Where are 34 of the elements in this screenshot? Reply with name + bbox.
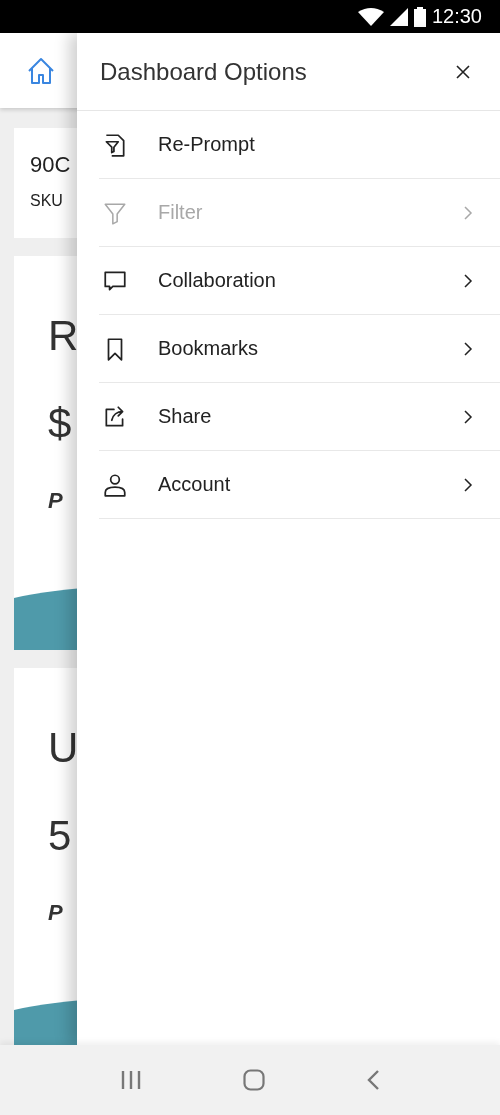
- chevron-icon: [462, 204, 474, 221]
- menu-item[interactable]: Bookmarks: [99, 315, 500, 383]
- menu-item-label: Filter: [158, 201, 204, 224]
- metric-value: 5: [48, 812, 72, 860]
- wifi-icon: [357, 7, 384, 26]
- menu-item[interactable]: Collaboration: [99, 247, 500, 315]
- chevron-icon: [462, 340, 474, 357]
- menu-item-label: Account: [158, 473, 232, 496]
- back-icon[interactable]: [365, 1069, 380, 1091]
- chevron-icon: [462, 476, 474, 493]
- menu-item-label: Collaboration: [158, 269, 277, 292]
- card-subtitle: SKU: [30, 192, 64, 210]
- metric-value: $: [48, 400, 72, 448]
- card-title: 90C: [30, 152, 72, 178]
- menu-item[interactable]: Account: [99, 451, 500, 519]
- menu-item[interactable]: Re-Prompt: [99, 111, 500, 179]
- home-icon[interactable]: [26, 55, 56, 86]
- battery-icon: [413, 6, 426, 27]
- metric-label: R: [48, 312, 79, 360]
- menu-item-label: Share: [158, 405, 213, 428]
- metric-caption: P: [48, 488, 63, 514]
- menu-item-label: Re-Prompt: [158, 133, 256, 156]
- metric-caption: P: [48, 900, 63, 926]
- drawer-title: Dashboard Options: [100, 57, 307, 86]
- menu-item[interactable]: Share: [99, 383, 500, 451]
- metric-label: U: [48, 724, 79, 772]
- menu-item-label: Bookmarks: [158, 337, 260, 360]
- signal-icon: [389, 7, 408, 26]
- clock-time: 12:30: [431, 5, 482, 28]
- person-icon: [102, 471, 128, 498]
- home-button-icon[interactable]: [243, 1069, 265, 1091]
- chevron-icon: [462, 408, 474, 425]
- recent-apps-icon[interactable]: [120, 1070, 143, 1090]
- chevron-icon: [462, 272, 474, 289]
